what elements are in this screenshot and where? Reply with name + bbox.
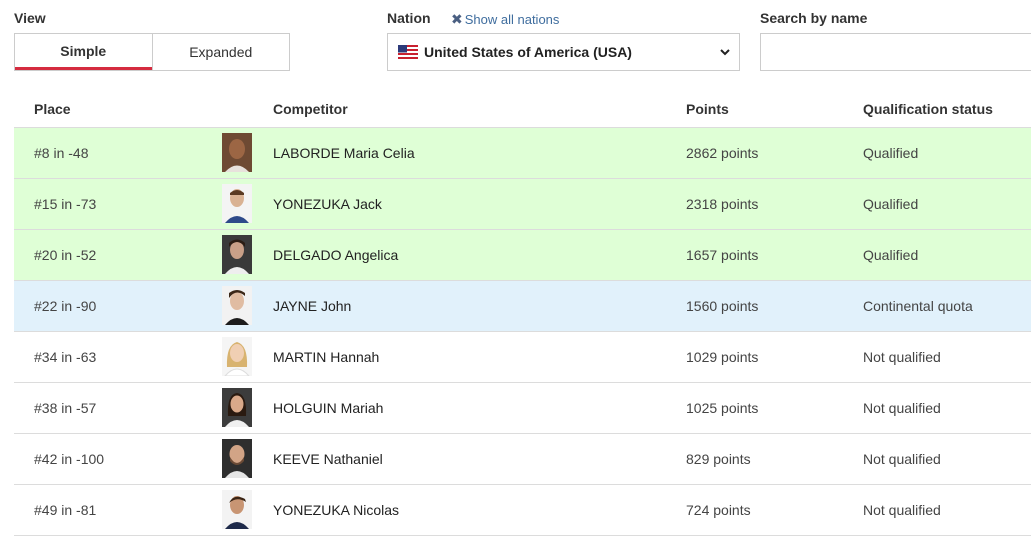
header-status: Qualification status: [863, 101, 993, 117]
competitor-name[interactable]: HOLGUIN Mariah: [273, 400, 383, 416]
view-toggle: Simple Expanded: [14, 33, 290, 71]
status-cell: Qualified: [863, 247, 919, 263]
usa-flag-icon: [398, 45, 418, 59]
athlete-photo: [222, 388, 252, 427]
nation-select-value: United States of America (USA): [424, 44, 632, 60]
view-expanded-button[interactable]: Expanded: [151, 34, 290, 70]
close-x-icon: ✖: [451, 11, 463, 27]
table-row: #15 in -73 YONEZUKA Jack 2318 points Qua…: [14, 178, 1031, 229]
athlete-photo: [222, 133, 252, 172]
table-row: #22 in -90 JAYNE John 1560 points Contin…: [14, 280, 1031, 331]
points-cell: 829 points: [686, 451, 751, 467]
header-competitor: Competitor: [273, 101, 348, 117]
view-label: View: [14, 10, 46, 26]
header-points: Points: [686, 101, 729, 117]
nation-label: Nation: [387, 10, 431, 26]
table-row: #34 in -63 MARTIN Hannah 1029 points Not…: [14, 331, 1031, 382]
place-cell: #42 in -100: [34, 451, 105, 467]
points-cell: 2318 points: [686, 196, 759, 212]
competitor-name[interactable]: LABORDE Maria Celia: [273, 145, 415, 161]
search-label: Search by name: [760, 10, 868, 26]
table-row: #42 in -100 KEEVE Nathaniel 829 points N…: [14, 433, 1031, 484]
table-header: Place Competitor Points Qualification st…: [14, 99, 1031, 127]
view-simple-button[interactable]: Simple: [15, 34, 152, 70]
place-cell: #8 in -48: [34, 145, 89, 161]
place-cell: #49 in -81: [34, 502, 97, 518]
competitor-name[interactable]: YONEZUKA Jack: [273, 196, 382, 212]
place-cell: #38 in -57: [34, 400, 97, 416]
table-row: #49 in -81 YONEZUKA Nicolas 724 points N…: [14, 484, 1031, 536]
points-cell: 724 points: [686, 502, 751, 518]
status-cell: Not qualified: [863, 349, 941, 365]
place-cell: #34 in -63: [34, 349, 97, 365]
header-place: Place: [34, 101, 71, 117]
competitor-name[interactable]: DELGADO Angelica: [273, 247, 398, 263]
points-cell: 2862 points: [686, 145, 759, 161]
competitor-name[interactable]: JAYNE John: [273, 298, 351, 314]
competitor-name[interactable]: MARTIN Hannah: [273, 349, 379, 365]
status-cell: Qualified: [863, 196, 919, 212]
athlete-photo: [222, 286, 252, 325]
points-cell: 1657 points: [686, 247, 759, 263]
points-cell: 1025 points: [686, 400, 759, 416]
search-box: [760, 33, 1031, 71]
show-all-nations-text: Show all nations: [464, 12, 560, 27]
table-row: #20 in -52 DELGADO Angelica 1657 points …: [14, 229, 1031, 280]
athlete-photo: [222, 337, 252, 376]
table-row: #38 in -57 HOLGUIN Mariah 1025 points No…: [14, 382, 1031, 433]
athlete-photo: [222, 439, 252, 478]
chevron-down-icon: [720, 49, 730, 56]
nation-select[interactable]: United States of America (USA): [387, 33, 740, 71]
show-all-nations-link[interactable]: ✖ Show all nations: [451, 11, 559, 28]
athlete-photo: [222, 184, 252, 223]
ranking-table: #8 in -48 LABORDE Maria Celia 2862 point…: [14, 127, 1031, 536]
athlete-photo: [222, 235, 252, 274]
athlete-photo: [222, 490, 252, 529]
search-input[interactable]: [761, 34, 1031, 70]
place-cell: #22 in -90: [34, 298, 97, 314]
status-cell: Not qualified: [863, 502, 941, 518]
competitor-name[interactable]: KEEVE Nathaniel: [273, 451, 383, 467]
status-cell: Not qualified: [863, 451, 941, 467]
status-cell: Continental quota: [863, 298, 973, 314]
points-cell: 1029 points: [686, 349, 759, 365]
place-cell: #15 in -73: [34, 196, 97, 212]
competitor-name[interactable]: YONEZUKA Nicolas: [273, 502, 399, 518]
status-cell: Not qualified: [863, 400, 941, 416]
table-row: #8 in -48 LABORDE Maria Celia 2862 point…: [14, 127, 1031, 178]
status-cell: Qualified: [863, 145, 919, 161]
points-cell: 1560 points: [686, 298, 759, 314]
place-cell: #20 in -52: [34, 247, 97, 263]
